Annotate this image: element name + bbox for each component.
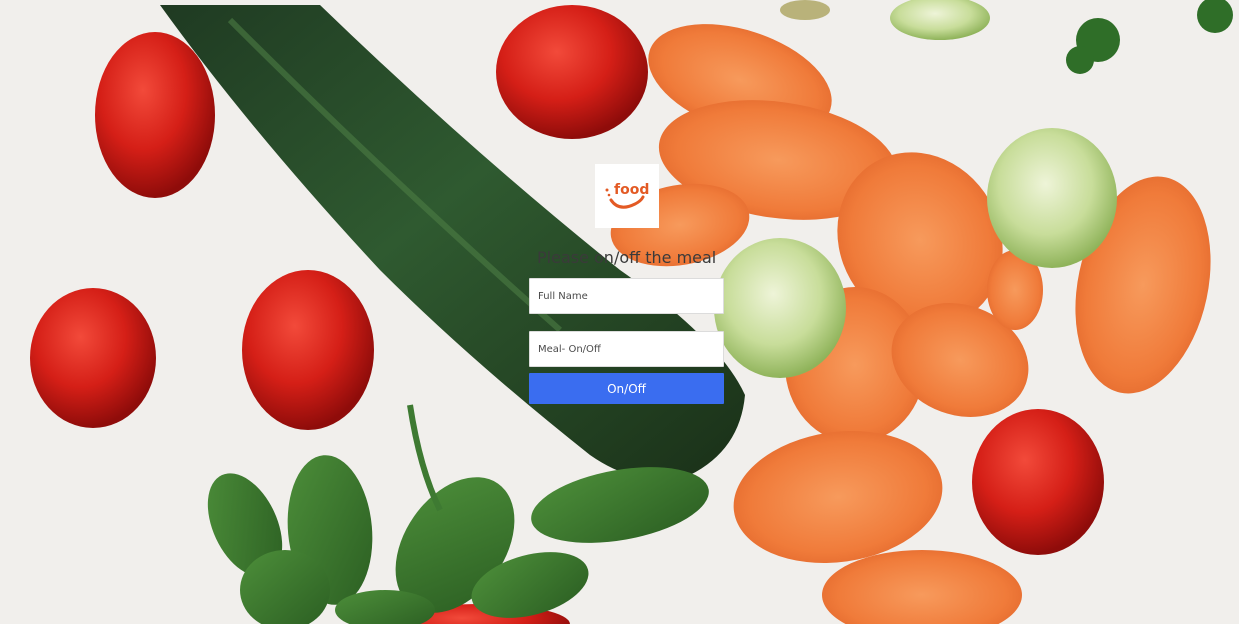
on-off-submit-button[interactable]: On/Off (529, 373, 724, 404)
meal-status-input[interactable] (529, 331, 724, 367)
food-logo-text: food (614, 182, 650, 198)
food-logo: food (595, 164, 659, 228)
full-name-input[interactable] (529, 278, 724, 314)
login-page: food Please on/off the meal On/Off (0, 0, 1239, 624)
form-title: Please on/off the meal (537, 248, 717, 267)
